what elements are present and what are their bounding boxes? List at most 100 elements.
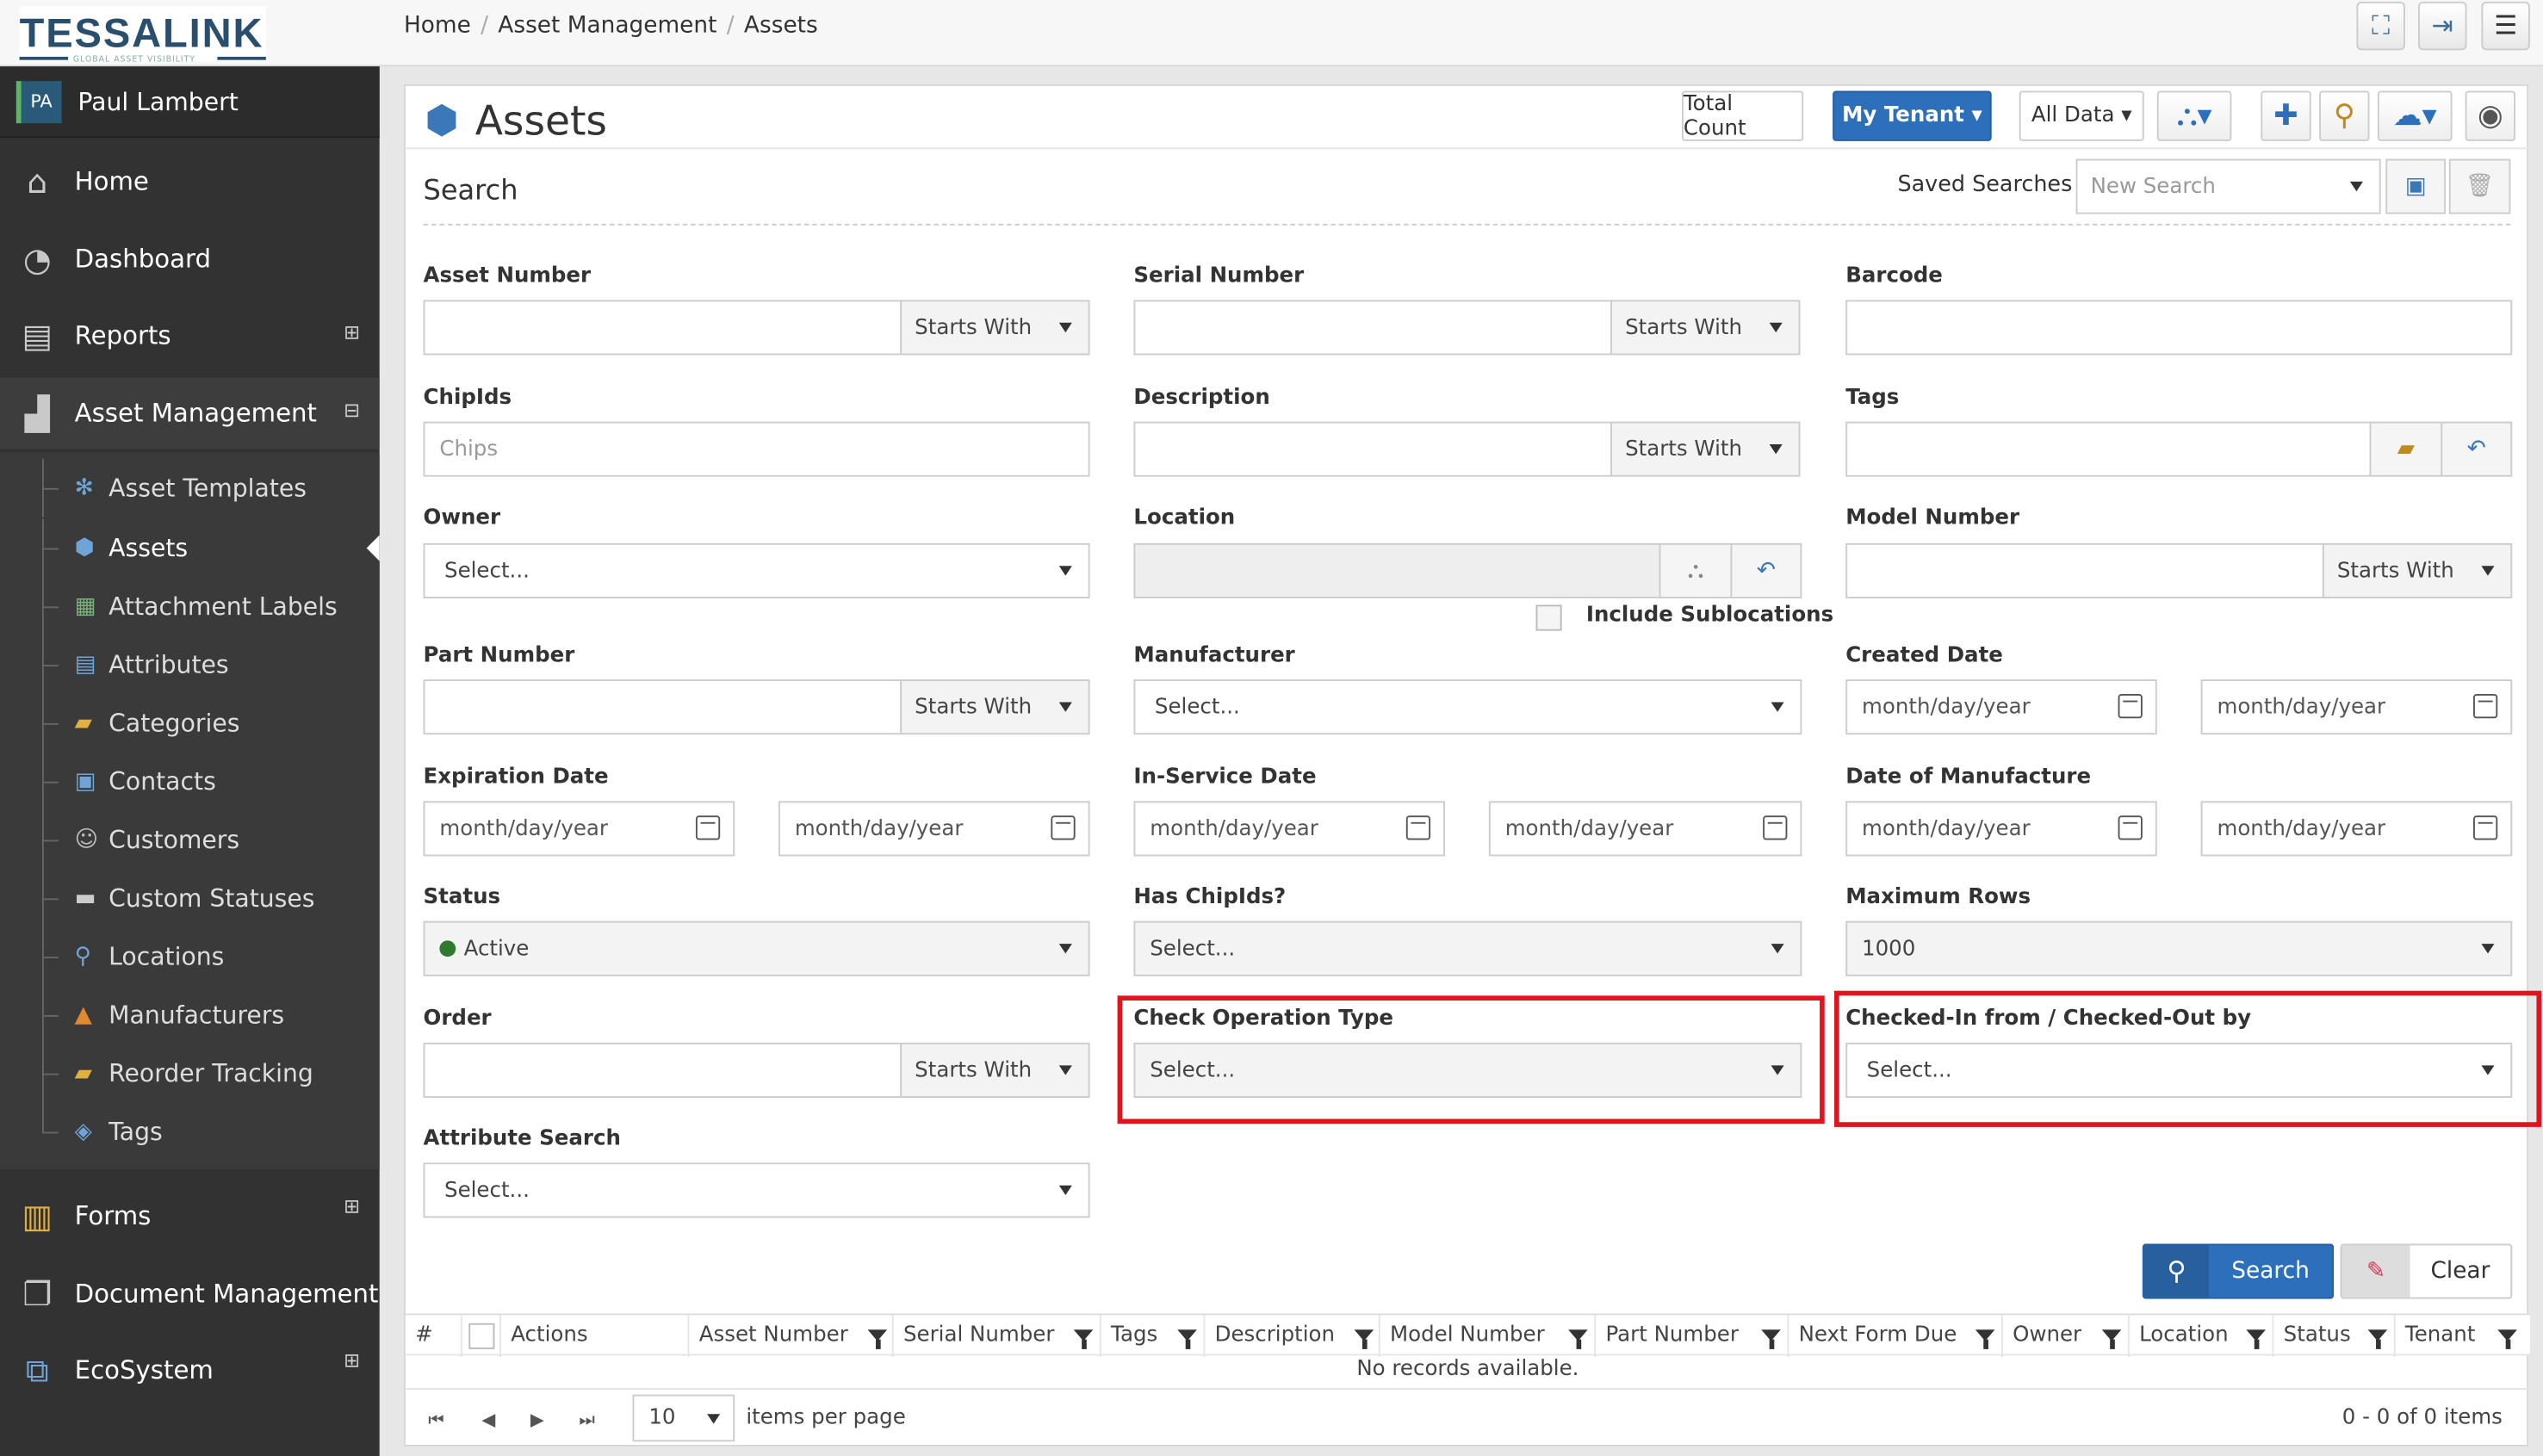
asset-number-input[interactable] <box>423 300 902 356</box>
submenu-attributes[interactable]: ▤ Attributes <box>0 635 380 695</box>
sidebar-item-forms[interactable]: ▥ Forms ⊞ <box>0 1182 380 1250</box>
status-select[interactable]: Active <box>423 920 1090 976</box>
saved-search-select[interactable]: New Search <box>2075 158 2381 214</box>
submenu-tags[interactable]: ◈ Tags <box>0 1102 380 1162</box>
user-profile[interactable]: PA Paul Lambert <box>0 66 380 139</box>
owner-select[interactable]: Select... <box>423 542 1090 598</box>
submenu-locations[interactable]: ⚲ Locations <box>0 927 380 987</box>
submenu-contacts[interactable]: ▣ Contacts <box>0 752 380 811</box>
filter-icon[interactable] <box>1568 1329 1588 1349</box>
sidebar-item-document-management[interactable]: ❐ Document Management <box>0 1260 380 1328</box>
in-service-date-to[interactable]: month/day/year <box>1488 801 1802 857</box>
column-asset-number[interactable]: Asset Number <box>687 1315 892 1358</box>
description-match-select[interactable]: Starts With <box>1610 421 1801 477</box>
model-number-match-select[interactable]: Starts With <box>2322 542 2513 598</box>
model-number-input[interactable] <box>1845 542 2324 598</box>
undo-icon[interactable]: ↶ <box>2441 421 2513 477</box>
filter-icon[interactable] <box>1354 1329 1374 1349</box>
calendar-icon[interactable] <box>2118 694 2143 719</box>
column-model-number[interactable]: Model Number <box>1378 1315 1594 1358</box>
serial-number-input[interactable] <box>1133 300 1613 356</box>
calendar-icon[interactable] <box>2473 694 2498 719</box>
clear-button[interactable]: ✎ Clear <box>2340 1243 2513 1299</box>
submenu-asset-templates[interactable]: ✻ Asset Templates <box>0 458 380 517</box>
view-icon[interactable]: ◉ <box>2465 90 2515 141</box>
hierarchy-dropdown-icon[interactable]: ⛬▾ <box>2156 90 2232 141</box>
cloud-download-icon[interactable]: ☁▾ <box>2377 90 2453 141</box>
order-input[interactable] <box>423 1042 902 1098</box>
filter-icon[interactable] <box>2246 1329 2266 1349</box>
sidebar-item-home[interactable]: ⌂ Home <box>0 147 380 215</box>
created-date-from[interactable]: month/day/year <box>1845 679 2157 735</box>
sidebar-item-asset-management[interactable]: ▟ Asset Management ⊟ <box>0 377 380 449</box>
filter-icon[interactable] <box>1177 1329 1197 1349</box>
last-page-icon[interactable]: ⏭ <box>579 1410 595 1432</box>
in-service-date-from[interactable]: month/day/year <box>1133 801 1446 857</box>
calendar-icon[interactable] <box>2118 815 2143 840</box>
manufacture-date-to[interactable]: month/day/year <box>2200 801 2513 857</box>
logout-icon[interactable]: ⇥ <box>2418 1 2467 51</box>
filter-icon[interactable] <box>2367 1329 2388 1349</box>
part-number-match-select[interactable]: Starts With <box>900 679 1090 735</box>
sidebar-item-dashboard[interactable]: ◔ Dashboard <box>0 226 380 294</box>
tags-input[interactable] <box>1845 421 2372 477</box>
calendar-icon[interactable] <box>1763 815 1788 840</box>
expiration-date-from[interactable]: month/day/year <box>423 801 735 857</box>
column-next-form-due[interactable]: Next Form Due <box>1787 1315 2001 1358</box>
tag-picker-icon[interactable]: ▰ <box>2369 421 2443 477</box>
tenant-dropdown[interactable]: My Tenant ▾ <box>1833 90 1992 141</box>
column-part-number[interactable]: Part Number <box>1594 1315 1787 1358</box>
column-select-all[interactable] <box>460 1315 499 1358</box>
submenu-categories[interactable]: ▰ Categories <box>0 694 380 753</box>
breadcrumb-home[interactable]: Home <box>404 13 471 39</box>
save-search-icon[interactable]: ▣ <box>2385 158 2447 214</box>
calendar-icon[interactable] <box>1051 815 1076 840</box>
column-owner[interactable]: Owner <box>2000 1315 2128 1358</box>
page-size-select[interactable]: 10 <box>632 1394 735 1442</box>
column-description[interactable]: Description <box>1203 1315 1378 1358</box>
barcode-input[interactable] <box>1845 300 2513 356</box>
part-number-input[interactable] <box>423 679 902 735</box>
serial-number-match-select[interactable]: Starts With <box>1610 300 1801 356</box>
filter-icon[interactable] <box>867 1329 888 1349</box>
manufacture-date-from[interactable]: month/day/year <box>1845 801 2157 857</box>
attribute-search-select[interactable]: Select... <box>423 1162 1090 1218</box>
checked-in-out-select[interactable]: Select... <box>1845 1042 2513 1098</box>
breadcrumb-asset-management[interactable]: Asset Management <box>498 13 716 39</box>
collapse-icon[interactable]: ⊟ <box>344 399 360 421</box>
location-tree-icon[interactable]: ⛬ <box>1659 542 1733 598</box>
asset-number-match-select[interactable]: Starts With <box>900 300 1090 356</box>
submenu-assets[interactable]: ⬢ Assets <box>0 518 380 578</box>
first-page-icon[interactable]: ⏮ <box>428 1410 444 1432</box>
total-count-button[interactable]: Total Count <box>1681 90 1804 141</box>
description-input[interactable] <box>1133 421 1613 477</box>
delete-search-icon[interactable]: 🗑 <box>2448 158 2511 214</box>
column-status[interactable]: Status <box>2272 1315 2394 1358</box>
column-tenant[interactable]: Tenant <box>2393 1315 2530 1358</box>
expand-icon[interactable]: ⊞ <box>344 1195 360 1217</box>
undo-icon[interactable]: ↶ <box>1730 542 1802 598</box>
screen-select-icon[interactable]: ⛶ <box>2356 1 2405 51</box>
tessalink-logo[interactable]: TESSALINK GLOBAL ASSET VISIBILITY <box>19 6 266 65</box>
submenu-manufacturers[interactable]: ▲ Manufacturers <box>0 986 380 1044</box>
filter-icon[interactable] <box>2101 1329 2122 1349</box>
created-date-to[interactable]: month/day/year <box>2200 679 2513 735</box>
order-match-select[interactable]: Starts With <box>900 1042 1090 1098</box>
add-icon[interactable]: ✚ <box>2261 90 2311 141</box>
chipids-input[interactable]: Chips <box>423 421 1090 477</box>
filter-icon[interactable] <box>1975 1329 1995 1349</box>
include-sublocations-checkbox[interactable] <box>1535 604 1562 631</box>
column-tags[interactable]: Tags <box>1099 1315 1204 1358</box>
column-location[interactable]: Location <box>2127 1315 2273 1358</box>
select-all-checkbox[interactable] <box>468 1323 495 1349</box>
filter-icon[interactable] <box>2497 1329 2517 1349</box>
expand-icon[interactable]: ⊞ <box>344 321 360 344</box>
search-icon[interactable]: ⚲ <box>2319 90 2370 141</box>
check-operation-type-select[interactable]: Select... <box>1133 1042 1802 1098</box>
calendar-icon[interactable] <box>695 815 721 840</box>
menu-icon[interactable]: ☰ <box>2481 1 2530 51</box>
maximum-rows-select[interactable]: 1000 <box>1845 920 2513 976</box>
calendar-icon[interactable] <box>1405 815 1431 840</box>
column-serial-number[interactable]: Serial Number <box>891 1315 1100 1358</box>
submenu-customers[interactable]: ☺ Customers <box>0 810 380 870</box>
